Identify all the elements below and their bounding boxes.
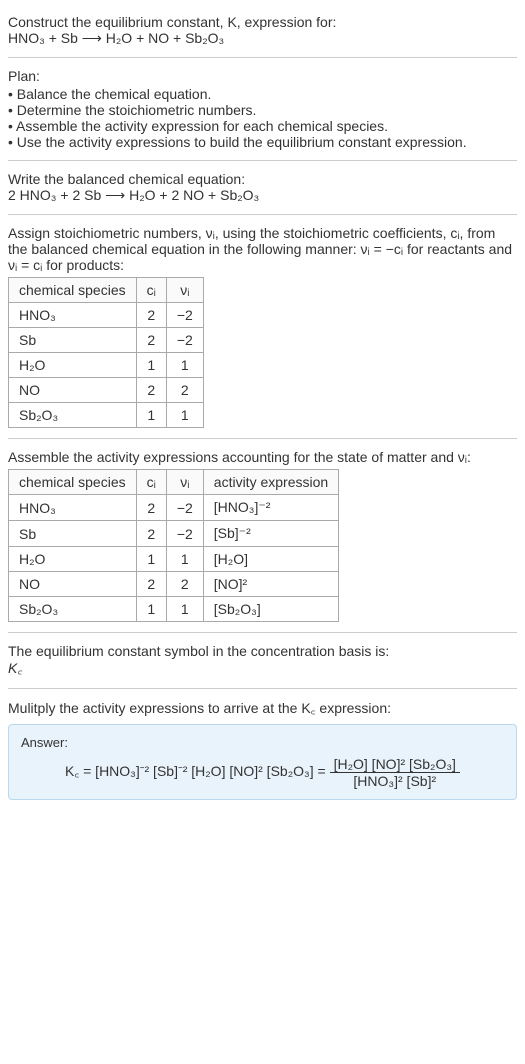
cell-species: HNO₃ bbox=[9, 303, 137, 328]
cell-species: HNO₃ bbox=[9, 495, 137, 521]
cell-ci: 2 bbox=[136, 303, 166, 328]
cell-ci: 2 bbox=[136, 495, 166, 521]
balanced-heading: Write the balanced chemical equation: bbox=[8, 171, 517, 187]
cell-ci: 2 bbox=[136, 378, 166, 403]
cell-nui: 1 bbox=[166, 547, 203, 572]
col-nui: νᵢ bbox=[166, 278, 203, 303]
symbol-text: The equilibrium constant symbol in the c… bbox=[8, 643, 517, 659]
intro-line1-text: Construct the equilibrium constant, K, e… bbox=[8, 14, 336, 30]
plan-section: Plan: Balance the chemical equation. Det… bbox=[8, 62, 517, 156]
cell-nui: 1 bbox=[166, 353, 203, 378]
plan-item: Determine the stoichiometric numbers. bbox=[8, 102, 517, 118]
table-row: Sb 2 −2 [Sb]⁻² bbox=[9, 521, 339, 547]
table-row: Sb 2 −2 bbox=[9, 328, 204, 353]
cell-activity: [Sb]⁻² bbox=[203, 521, 338, 547]
table-row: HNO₃ 2 −2 bbox=[9, 303, 204, 328]
cell-species: Sb₂O₃ bbox=[9, 597, 137, 622]
divider bbox=[8, 214, 517, 215]
symbol-section: The equilibrium constant symbol in the c… bbox=[8, 637, 517, 684]
divider bbox=[8, 688, 517, 689]
balanced-section: Write the balanced chemical equation: 2 … bbox=[8, 165, 517, 210]
answer-denominator: [HNO₃]² [Sb]² bbox=[330, 773, 460, 789]
col-ci: cᵢ bbox=[136, 470, 166, 495]
cell-nui: 2 bbox=[166, 572, 203, 597]
divider bbox=[8, 632, 517, 633]
plan-item: Assemble the activity expression for eac… bbox=[8, 118, 517, 134]
table-header-row: chemical species cᵢ νᵢ bbox=[9, 278, 204, 303]
cell-nui: −2 bbox=[166, 521, 203, 547]
symbol-kc: K꜀ bbox=[8, 659, 517, 678]
cell-species: Sb₂O₃ bbox=[9, 403, 137, 428]
cell-activity: [Sb₂O₃] bbox=[203, 597, 338, 622]
col-species: chemical species bbox=[9, 470, 137, 495]
assign-section: Assign stoichiometric numbers, νᵢ, using… bbox=[8, 219, 517, 434]
col-species: chemical species bbox=[9, 278, 137, 303]
cell-nui: −2 bbox=[166, 495, 203, 521]
intro-section: Construct the equilibrium constant, K, e… bbox=[8, 8, 517, 53]
answer-expression: K꜀ = [HNO₃]⁻² [Sb]⁻² [H₂O] [NO]² [Sb₂O₃]… bbox=[21, 756, 504, 789]
assign-text: Assign stoichiometric numbers, νᵢ, using… bbox=[8, 225, 517, 273]
divider bbox=[8, 57, 517, 58]
cell-activity: [NO]² bbox=[203, 572, 338, 597]
cell-ci: 1 bbox=[136, 403, 166, 428]
table-row: NO 2 2 bbox=[9, 378, 204, 403]
cell-activity: [HNO₃]⁻² bbox=[203, 495, 338, 521]
divider bbox=[8, 160, 517, 161]
intro-line1: Construct the equilibrium constant, K, e… bbox=[8, 14, 517, 30]
cell-species: NO bbox=[9, 572, 137, 597]
activity-table: chemical species cᵢ νᵢ activity expressi… bbox=[8, 469, 339, 622]
cell-ci: 2 bbox=[136, 521, 166, 547]
table-row: H₂O 1 1 bbox=[9, 353, 204, 378]
answer-box: Answer: K꜀ = [HNO₃]⁻² [Sb]⁻² [H₂O] [NO]²… bbox=[8, 724, 517, 800]
plan-item: Use the activity expressions to build th… bbox=[8, 134, 517, 150]
cell-nui: 1 bbox=[166, 597, 203, 622]
plan-item: Balance the chemical equation. bbox=[8, 86, 517, 102]
table-row: Sb₂O₃ 1 1 [Sb₂O₃] bbox=[9, 597, 339, 622]
col-ci: cᵢ bbox=[136, 278, 166, 303]
cell-species: Sb bbox=[9, 521, 137, 547]
table-row: HNO₃ 2 −2 [HNO₃]⁻² bbox=[9, 495, 339, 521]
cell-species: Sb bbox=[9, 328, 137, 353]
cell-species: H₂O bbox=[9, 547, 137, 572]
table-header-row: chemical species cᵢ νᵢ activity expressi… bbox=[9, 470, 339, 495]
cell-ci: 1 bbox=[136, 353, 166, 378]
col-nui: νᵢ bbox=[166, 470, 203, 495]
cell-species: H₂O bbox=[9, 353, 137, 378]
multiply-text: Mulitply the activity expressions to arr… bbox=[8, 699, 517, 718]
plan-heading: Plan: bbox=[8, 68, 517, 84]
cell-nui: 1 bbox=[166, 403, 203, 428]
col-activity: activity expression bbox=[203, 470, 338, 495]
table-row: NO 2 2 [NO]² bbox=[9, 572, 339, 597]
table-row: H₂O 1 1 [H₂O] bbox=[9, 547, 339, 572]
intro-equation: HNO₃ + Sb ⟶ H₂O + NO + Sb₂O₃ bbox=[8, 30, 517, 47]
cell-ci: 2 bbox=[136, 572, 166, 597]
divider bbox=[8, 438, 517, 439]
plan-list: Balance the chemical equation. Determine… bbox=[8, 86, 517, 150]
cell-ci: 1 bbox=[136, 597, 166, 622]
answer-lhs: K꜀ = [HNO₃]⁻² [Sb]⁻² [H₂O] [NO]² [Sb₂O₃]… bbox=[65, 763, 326, 779]
stoich-table: chemical species cᵢ νᵢ HNO₃ 2 −2 Sb 2 −2… bbox=[8, 277, 204, 428]
table-row: Sb₂O₃ 1 1 bbox=[9, 403, 204, 428]
assemble-section: Assemble the activity expressions accoun… bbox=[8, 443, 517, 628]
answer-numerator: [H₂O] [NO]² [Sb₂O₃] bbox=[330, 756, 460, 773]
cell-activity: [H₂O] bbox=[203, 547, 338, 572]
cell-ci: 1 bbox=[136, 547, 166, 572]
cell-nui: 2 bbox=[166, 378, 203, 403]
cell-nui: −2 bbox=[166, 303, 203, 328]
answer-fraction: [H₂O] [NO]² [Sb₂O₃] [HNO₃]² [Sb]² bbox=[330, 756, 460, 789]
answer-label: Answer: bbox=[21, 735, 504, 750]
cell-species: NO bbox=[9, 378, 137, 403]
balanced-equation: 2 HNO₃ + 2 Sb ⟶ H₂O + 2 NO + Sb₂O₃ bbox=[8, 187, 517, 204]
cell-nui: −2 bbox=[166, 328, 203, 353]
multiply-section: Mulitply the activity expressions to arr… bbox=[8, 693, 517, 806]
cell-ci: 2 bbox=[136, 328, 166, 353]
assemble-text: Assemble the activity expressions accoun… bbox=[8, 449, 517, 465]
